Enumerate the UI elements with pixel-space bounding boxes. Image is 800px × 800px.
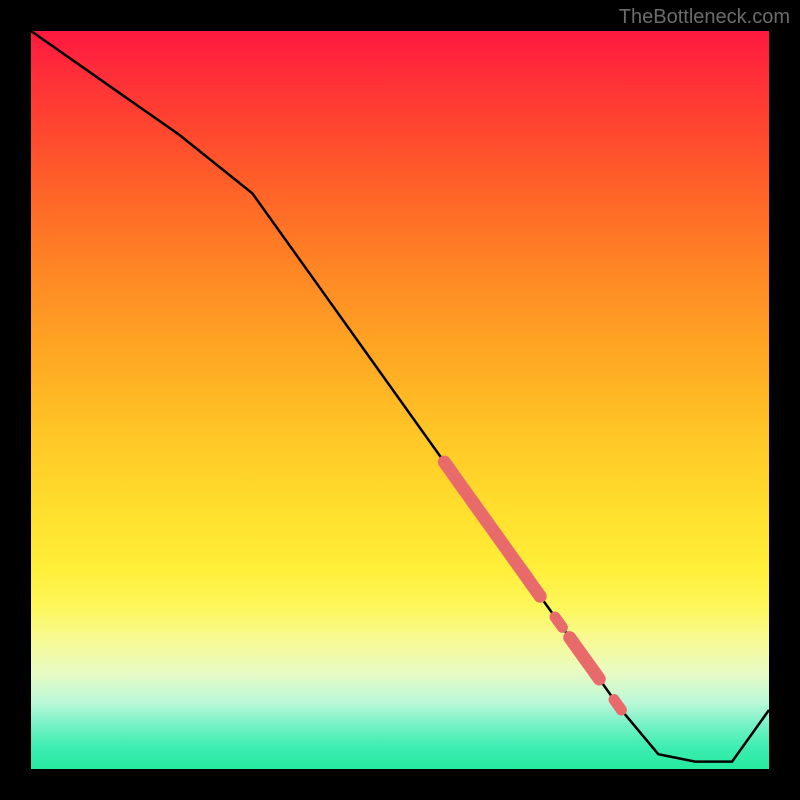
bottleneck-curve-line xyxy=(31,31,769,762)
highlight-segment xyxy=(614,700,621,710)
chart-svg xyxy=(31,31,769,769)
highlight-segment xyxy=(570,638,600,679)
highlight-segment xyxy=(555,617,562,627)
chart-container: TheBottleneck.com xyxy=(0,0,800,800)
curve-group xyxy=(31,31,769,762)
watermark-text: TheBottleneck.com xyxy=(619,6,790,29)
plot-area xyxy=(31,31,769,769)
highlight-group xyxy=(444,462,621,710)
highlight-segment xyxy=(444,462,540,596)
